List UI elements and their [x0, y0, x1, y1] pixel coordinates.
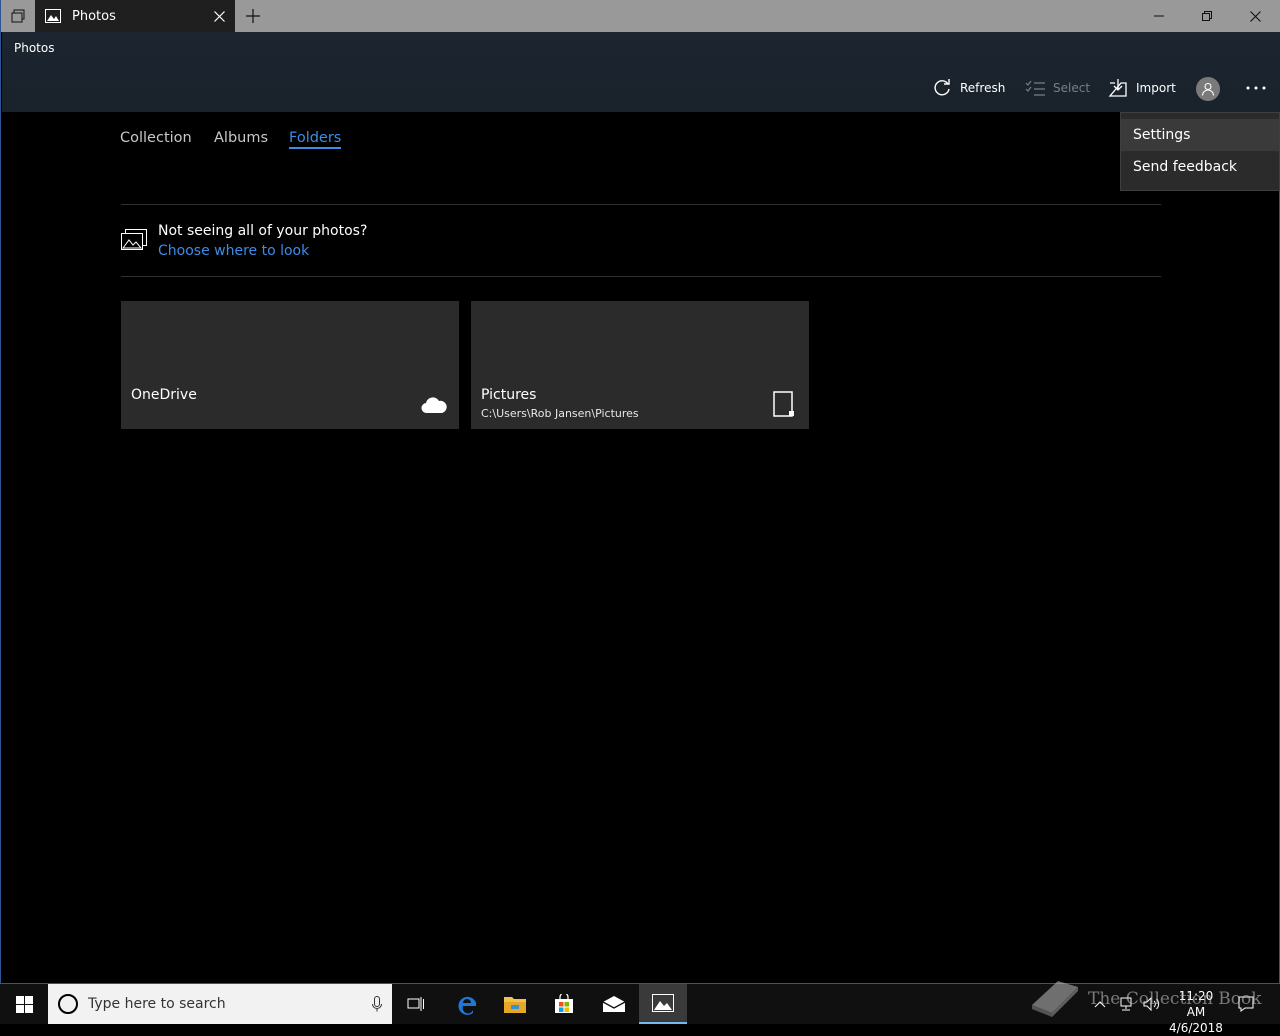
file-explorer-icon[interactable] [491, 984, 539, 1024]
restore-button[interactable] [1183, 0, 1231, 32]
folder-title: OneDrive [131, 387, 197, 403]
book-watermark-icon [1028, 975, 1080, 1023]
photos-window: Photos Photos Refresh Select Import Coll… [0, 0, 1280, 984]
more-options-menu: Settings Send feedback [1120, 112, 1280, 191]
select-label: Select [1053, 81, 1091, 95]
cortana-icon [58, 994, 78, 1014]
tab-collection[interactable]: Collection [120, 130, 192, 146]
refresh-icon [931, 77, 953, 99]
import-icon [1107, 77, 1129, 99]
divider [121, 276, 1161, 277]
app-name: Photos [14, 41, 55, 55]
watermark-text: The Collection Book [1088, 989, 1262, 1009]
tab-folders[interactable]: Folders [289, 130, 342, 149]
title-bar: Photos [1, 0, 1280, 32]
tab-title: Photos [72, 8, 116, 24]
select-button[interactable]: Select [1024, 76, 1090, 100]
mail-icon[interactable] [590, 984, 638, 1024]
account-avatar[interactable] [1196, 77, 1220, 101]
photos-app-icon [45, 8, 61, 24]
divider [121, 204, 1161, 205]
menu-item-send-feedback[interactable]: Send feedback [1121, 151, 1279, 183]
minimize-button[interactable] [1135, 0, 1183, 32]
edge-browser-icon[interactable] [443, 984, 491, 1024]
more-options-icon[interactable] [1240, 76, 1272, 100]
refresh-label: Refresh [960, 81, 1006, 95]
taskbar-search[interactable]: Type here to search [48, 984, 392, 1024]
menu-item-settings[interactable]: Settings [1121, 119, 1279, 151]
device-icon [773, 391, 795, 421]
tab-photos[interactable]: Photos [35, 0, 235, 32]
watermark: The Collection Book [1028, 975, 1278, 1023]
tab-overview-icon[interactable] [1, 0, 35, 32]
folder-tile-pictures[interactable]: Pictures C:\Users\Rob Jansen\Pictures [471, 301, 809, 429]
start-windows-icon[interactable] [0, 984, 48, 1024]
hint-text: Not seeing all of your photos? [158, 223, 368, 239]
select-checklist-icon [1024, 77, 1046, 99]
folder-path: C:\Users\Rob Jansen\Pictures [481, 407, 639, 420]
app-header: Photos Refresh Select Import [2, 32, 1280, 112]
cloud-icon [421, 396, 447, 418]
task-view-icon[interactable] [392, 984, 440, 1024]
choose-where-to-look-link[interactable]: Choose where to look [158, 243, 309, 259]
folder-tile-onedrive[interactable]: OneDrive [121, 301, 459, 429]
new-tab-plus-icon[interactable] [237, 0, 269, 32]
close-button[interactable] [1231, 0, 1279, 32]
search-placeholder: Type here to search [88, 996, 226, 1012]
tab-close-icon[interactable] [203, 0, 235, 32]
photos-taskbar-icon[interactable] [639, 984, 687, 1024]
tab-albums[interactable]: Albums [214, 130, 268, 146]
refresh-button[interactable]: Refresh [931, 76, 1005, 100]
folder-title: Pictures [481, 387, 537, 403]
microphone-icon[interactable] [362, 996, 392, 1012]
store-icon[interactable] [540, 984, 588, 1024]
photos-picture-icon [121, 229, 147, 251]
import-label: Import [1136, 81, 1176, 95]
import-button[interactable]: Import [1107, 76, 1176, 100]
